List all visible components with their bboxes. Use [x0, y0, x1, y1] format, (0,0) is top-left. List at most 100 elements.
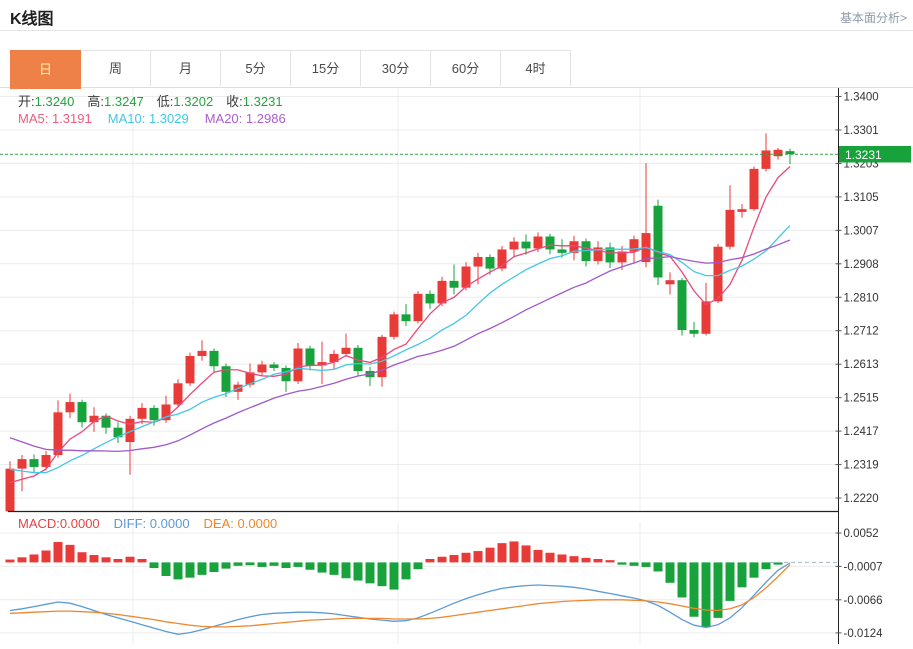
dea-value: 0.0000 [238, 516, 278, 531]
macd-bar [594, 559, 603, 562]
tab-month[interactable]: 月 [151, 50, 221, 86]
price-tick-label: 1.2417 [844, 426, 879, 438]
candle [534, 236, 543, 248]
tab-4hour[interactable]: 4时 [501, 50, 571, 86]
macd-bar [102, 557, 111, 562]
macd-bar [282, 562, 291, 568]
macd-bar [498, 543, 507, 562]
candle [750, 169, 759, 209]
candle [78, 402, 87, 422]
macd-bar [30, 554, 39, 562]
tab-30min[interactable]: 30分 [361, 50, 431, 86]
ma-readout: MA5: 1.3191MA10: 1.3029MA20: 1.2986 [18, 111, 286, 126]
macd-tick-label: -0.0124 [844, 628, 884, 640]
candle [30, 459, 39, 467]
ma5-value: 1.3191 [52, 111, 92, 126]
candle [666, 280, 675, 284]
macd-bar [174, 562, 183, 579]
candle [438, 281, 447, 304]
macd-axis: 0.0052-0.0007-0.0066-0.0124 [836, 528, 884, 640]
macd-bar [618, 562, 627, 564]
macd-bar [18, 557, 27, 562]
fundamental-analysis-link[interactable]: 基本面分析> [840, 9, 907, 26]
macd-bar [450, 555, 459, 562]
candle [678, 280, 687, 330]
macd-bar [546, 553, 555, 563]
dea-label: DEA: [204, 516, 234, 531]
diff-value: 0.0000 [150, 516, 190, 531]
macd-bar [402, 562, 411, 579]
macd-bar [186, 562, 195, 577]
macd-bar [330, 562, 339, 574]
page-title: K线图 [10, 5, 54, 29]
macd-bar [138, 559, 147, 562]
macd-bar [354, 562, 363, 580]
macd-bar [150, 562, 159, 568]
macd-tick-label: -0.0007 [844, 561, 883, 573]
diff-label: DIFF: [114, 516, 147, 531]
macd-bar [426, 559, 435, 562]
macd-bar [666, 562, 675, 582]
ohlc-readout: 开:1.3240高:1.3247低:1.3202收:1.3231 [18, 91, 296, 110]
macd-bar [534, 550, 543, 562]
price-tick-label: 1.3007 [844, 225, 879, 237]
tab-5min[interactable]: 5分 [221, 50, 291, 86]
candle [138, 408, 147, 419]
candle [294, 348, 303, 381]
tab-15min[interactable]: 15分 [291, 50, 361, 86]
macd-bar [702, 562, 711, 627]
tab-week[interactable]: 周 [81, 50, 151, 86]
macd-bar [270, 562, 279, 565]
macd-bar [570, 556, 579, 562]
low-value: 1.3202 [173, 94, 213, 109]
macd-tick-label: 0.0052 [844, 528, 879, 540]
macd-bar [762, 562, 771, 569]
candle [774, 150, 783, 156]
candles-layer [6, 133, 795, 515]
candle [762, 150, 771, 168]
candle [522, 242, 531, 249]
macd-bar [294, 562, 303, 567]
candle [258, 365, 267, 373]
candle [654, 206, 663, 278]
price-tick-label: 1.2908 [844, 259, 879, 271]
macd-bar [342, 562, 351, 578]
price-tick-label: 1.2810 [844, 292, 879, 304]
tab-60min[interactable]: 60分 [431, 50, 501, 86]
macd-bar [66, 545, 75, 563]
macd-readout: MACD:0.0000DIFF: 0.0000DEA: 0.0000 [18, 516, 277, 531]
open-value: 1.3240 [35, 94, 75, 109]
candle [474, 257, 483, 267]
candle [270, 365, 279, 368]
price-tick-label: 1.3105 [844, 192, 879, 204]
candle [402, 314, 411, 321]
price-tick-label: 1.3400 [844, 92, 879, 104]
low-label: 低: [157, 94, 174, 109]
candle [198, 351, 207, 356]
price-tick-label: 1.2220 [844, 493, 879, 505]
candle [546, 236, 555, 249]
macd-bar [378, 562, 387, 586]
high-label: 高: [87, 94, 104, 109]
macd-bar [522, 545, 531, 562]
macd-bar [462, 553, 471, 563]
price-tick-label: 1.3301 [844, 125, 879, 137]
candle [150, 408, 159, 420]
candle [510, 242, 519, 250]
ma5-label: MA5: [18, 111, 48, 126]
candle [306, 348, 315, 365]
candle [18, 459, 27, 469]
ma20-value: 1.2986 [246, 111, 286, 126]
tab-day[interactable]: 日 [10, 50, 81, 89]
interval-tab-bar: 日周月5分15分30分60分4时 [10, 50, 571, 89]
macd-bar [366, 562, 375, 583]
macd-label: MACD: [18, 516, 60, 531]
price-tick-label: 1.2319 [844, 460, 879, 472]
macd-bar [606, 560, 615, 562]
macd-bar [726, 562, 735, 600]
candle [738, 209, 747, 212]
macd-bar [750, 562, 759, 577]
macd-bar [558, 554, 567, 562]
macd-bar [222, 562, 231, 568]
macd-bar [306, 562, 315, 569]
